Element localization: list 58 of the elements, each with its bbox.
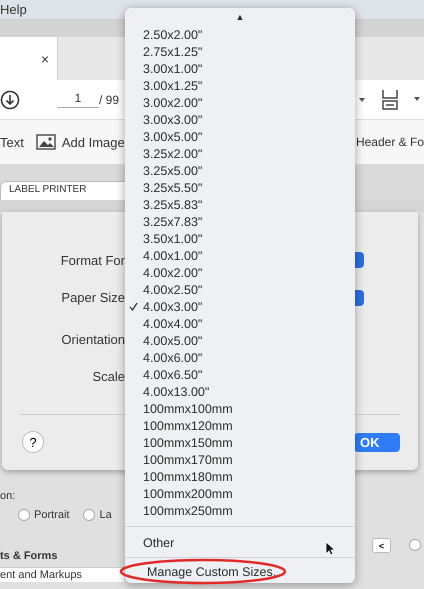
menu-item[interactable]: 4.00x2.50" (125, 281, 355, 298)
section-title: ts & Forms (0, 550, 58, 562)
option-label: on: (0, 490, 16, 502)
mouse-cursor-icon (325, 541, 335, 556)
menu-item[interactable]: 100mmx170mm (125, 451, 355, 468)
menu-item[interactable]: 100mmx180mm (125, 468, 355, 485)
menu-item[interactable]: 4.00x3.00" (125, 298, 355, 315)
menu-item[interactable]: 4.00x6.00" (125, 349, 355, 366)
menu-item[interactable]: Help (0, 2, 27, 17)
radio-button[interactable] (18, 509, 30, 521)
back-button[interactable]: < (372, 538, 391, 553)
menu-item[interactable]: 3.50x1.00" (125, 230, 355, 247)
menu-item[interactable]: 3.00x5.00" (125, 128, 355, 145)
page-field[interactable]: 1 (57, 91, 99, 108)
menu-item[interactable]: 100mmx100mm (125, 400, 355, 417)
field-label: Orientation (60, 332, 125, 348)
menu-item[interactable]: 4.00x5.00" (125, 332, 355, 349)
menu-item[interactable]: 100mmx150mm (125, 434, 355, 451)
radio-label: Portrait (34, 509, 70, 521)
radio-label: La (99, 509, 112, 521)
text-field[interactable]: ent and Markups (0, 567, 124, 582)
menu-item[interactable]: 2.50x2.00" (125, 26, 355, 43)
dropdown-caret-icon[interactable] (414, 97, 420, 102)
field-label: Scale (91, 369, 125, 384)
menu-item[interactable]: 100mmx120mm (125, 417, 355, 434)
image-icon (36, 134, 56, 150)
menu-item[interactable]: 3.25x7.83" (125, 213, 355, 230)
radio-button[interactable] (83, 509, 96, 521)
download-icon[interactable] (0, 90, 20, 110)
help-button[interactable]: ? (22, 431, 44, 454)
field-label: Format For (60, 253, 125, 268)
menu-item[interactable]: 4.00x6.50" (125, 366, 355, 383)
page-count: / 99 (99, 92, 120, 106)
document-tab[interactable]: × (0, 37, 58, 80)
close-tab-button[interactable]: × (40, 50, 49, 66)
menu-item[interactable]: 100mmx200mm (125, 485, 355, 502)
radio-button[interactable] (409, 539, 421, 551)
ok-button[interactable]: OK (354, 432, 400, 452)
menu-item[interactable]: 4.00x2.00" (125, 264, 355, 281)
scroll-up-arrow[interactable]: ▲ (125, 8, 355, 26)
menu-item[interactable]: 3.00x1.00" (125, 60, 355, 77)
menu-item[interactable]: Other (125, 534, 355, 551)
menu-item[interactable]: 3.25x2.00" (125, 145, 355, 162)
menu-item[interactable]: 4.00x13.00" (125, 383, 355, 400)
toolbar-button[interactable]: Text (0, 134, 24, 150)
page-layout-icon[interactable] (380, 88, 400, 110)
toolbar-button[interactable]: Add Image (36, 134, 125, 150)
menu-item[interactable]: 3.00x1.25" (125, 77, 355, 94)
menu-item[interactable]: 3.00x3.00" (125, 111, 355, 128)
menu-item[interactable]: 3.00x2.00" (125, 94, 355, 111)
menu-item[interactable]: 3.25x5.00" (125, 162, 355, 179)
dropdown-caret-icon[interactable] (358, 96, 366, 102)
menu-item[interactable]: 2.75x1.25" (125, 43, 355, 60)
menu-item[interactable]: 4.00x4.00" (125, 315, 355, 332)
menu-item[interactable]: 100mmx250mm (125, 502, 355, 519)
field-label: Paper Size (60, 290, 125, 306)
menu-item[interactable]: 4.00x1.00" (125, 247, 355, 264)
toolbar-button[interactable]: Header & Fo (356, 135, 424, 149)
